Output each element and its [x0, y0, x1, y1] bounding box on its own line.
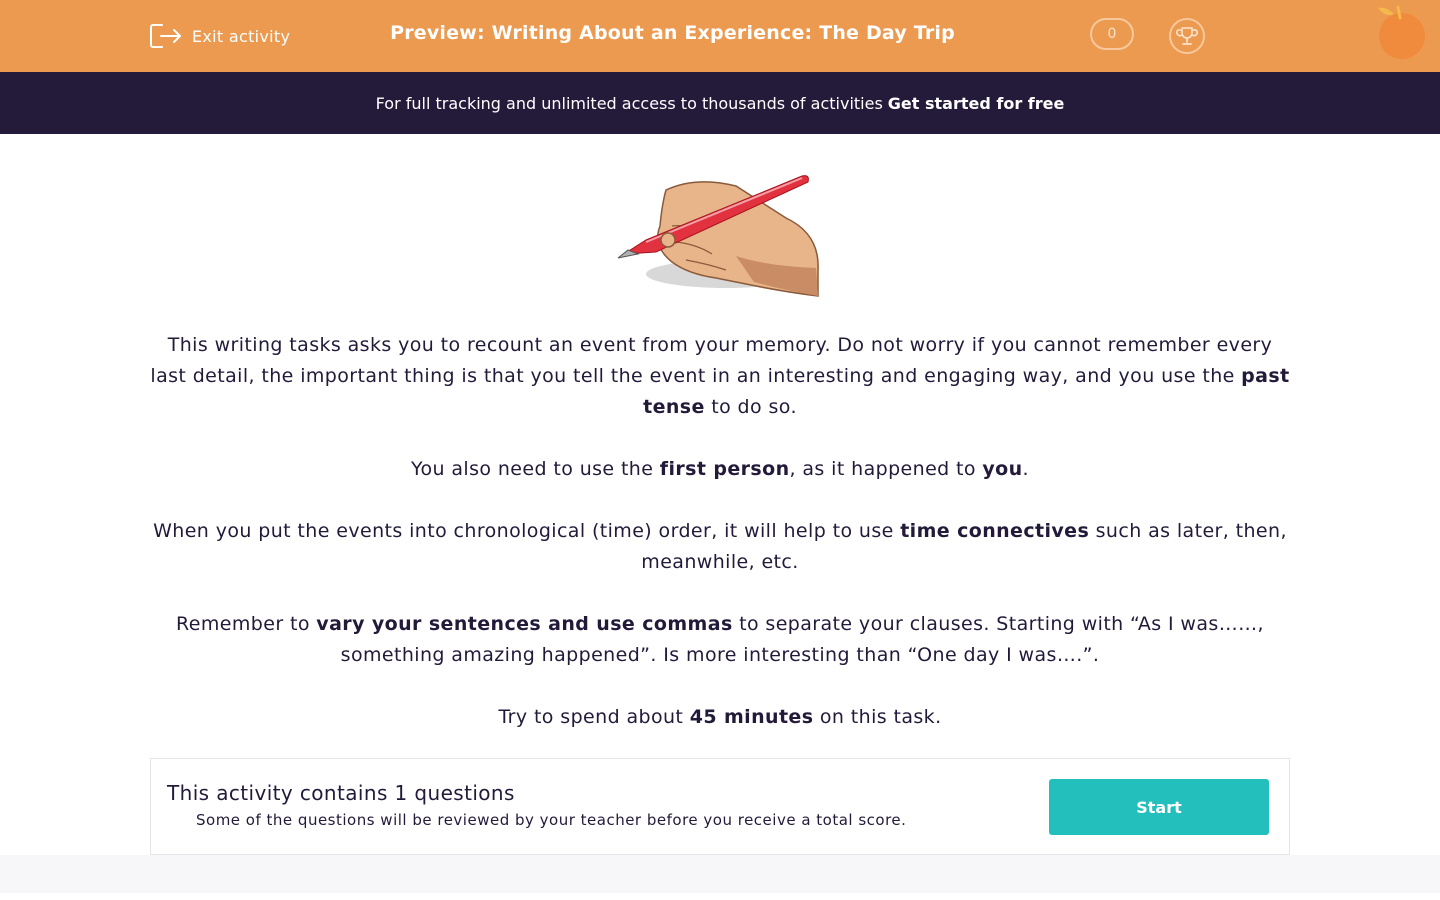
exit-activity-label: Exit activity — [192, 26, 291, 46]
instructions: This writing tasks asks you to recount a… — [150, 330, 1290, 764]
exit-icon — [150, 24, 181, 48]
exit-activity-button[interactable]: Exit activity — [150, 22, 290, 50]
hand-writing-illustration — [617, 175, 819, 297]
instruction-text: This writing tasks asks you to recount a… — [150, 334, 1273, 387]
instruction-paragraph: Try to spend about 45 minutes on this ta… — [150, 702, 1290, 733]
promo-banner-text: For full tracking and unlimited access t… — [375, 93, 883, 113]
instruction-text: , as it happened to — [789, 458, 983, 480]
emphasis-text: 45 minutes — [689, 706, 814, 728]
get-started-link[interactable]: Get started for free — [888, 94, 1065, 113]
trophy-icon — [1176, 27, 1198, 45]
review-note: Some of the questions will be reviewed b… — [196, 811, 907, 829]
instruction-text: . — [1022, 458, 1029, 480]
instruction-paragraph: This writing tasks asks you to recount a… — [150, 330, 1290, 423]
instruction-text: Remember to — [176, 613, 317, 635]
instruction-text: Try to spend about — [498, 706, 690, 728]
question-count-title: This activity contains 1 questions — [167, 781, 515, 805]
trophy-button[interactable] — [1169, 18, 1205, 54]
activity-title: Preview: Writing About an Experience: Th… — [390, 22, 955, 44]
orange-logo-icon — [1378, 5, 1425, 59]
instruction-text: on this task. — [813, 706, 942, 728]
emphasis-text: vary your sentences and use commas — [316, 613, 733, 635]
instruction-paragraph: You also need to use the first person, a… — [150, 454, 1290, 485]
instruction-paragraph: Remember to vary your sentences and use … — [150, 609, 1290, 671]
footer-strip — [0, 855, 1440, 893]
start-button[interactable]: Start — [1049, 779, 1269, 835]
activity-info-card: This activity contains 1 questions Some … — [150, 758, 1290, 855]
score-badge: 0 — [1090, 18, 1134, 50]
instruction-text: When you put the events into chronologic… — [153, 520, 901, 542]
emphasis-text: you — [982, 458, 1023, 480]
instruction-paragraph: When you put the events into chronologic… — [150, 516, 1290, 578]
top-bar: Exit activity Preview: Writing About an … — [0, 0, 1440, 72]
instruction-text: to do so. — [704, 396, 797, 418]
instruction-text: You also need to use the — [410, 458, 660, 480]
promo-banner: For full tracking and unlimited access t… — [0, 72, 1440, 134]
emphasis-text: time connectives — [900, 520, 1090, 542]
emphasis-text: first person — [659, 458, 790, 480]
